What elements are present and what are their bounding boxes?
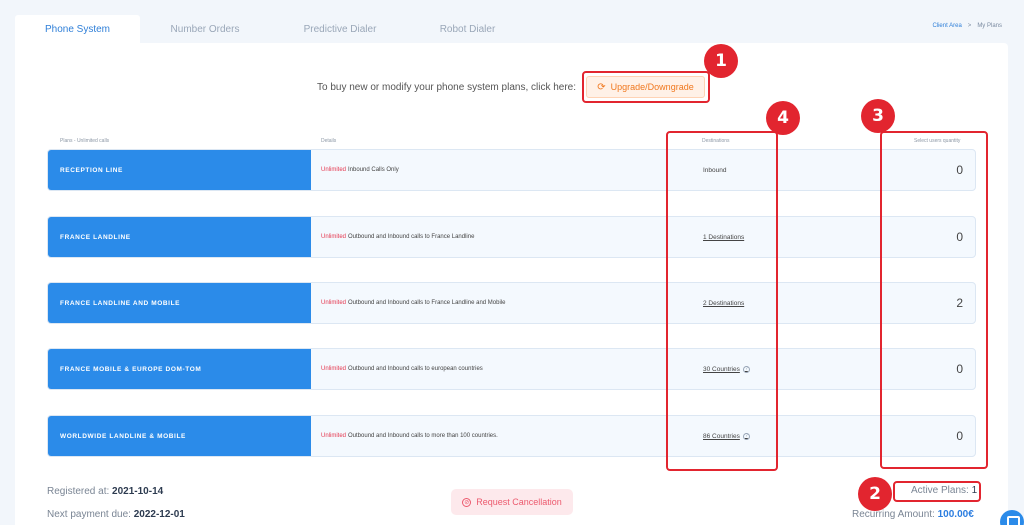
unlimited-label: Unlimited — [321, 234, 347, 240]
unlimited-label: Unlimited — [321, 167, 347, 173]
promo-text: To buy new or modify your phone system p… — [317, 82, 577, 93]
next-payment-label: Next payment due: — [47, 509, 131, 520]
header-details: Details — [321, 138, 337, 144]
breadcrumb: Client Area > My Plans — [932, 23, 1002, 29]
active-plans-value: 1 — [971, 485, 978, 496]
breadcrumb-current: My Plans — [977, 23, 1002, 29]
plan-name: WORLDWIDE LANDLINE & MOBILE — [48, 416, 311, 456]
registered-value: 2021-10-14 — [112, 486, 164, 497]
plan-name: FRANCE MOBILE & EUROPE DOM-TOM — [48, 349, 311, 389]
plan-name: FRANCE LANDLINE — [48, 217, 311, 257]
plan-detail-text: Outbound and Inbound calls to more than … — [348, 433, 498, 439]
plan-row: WORLDWIDE LANDLINE & MOBILE Unlimited Out… — [47, 415, 976, 457]
header-plans: Plans - Unlimited calls — [60, 138, 110, 144]
tab-phone-system[interactable]: Phone System — [15, 15, 140, 43]
annotation-badge-4: 4 — [766, 101, 800, 135]
plan-detail-text: Outbound and Inbound calls to european c… — [348, 366, 483, 372]
recurring-value: 100.00€ — [937, 509, 974, 520]
next-payment-value: 2022-12-01 — [133, 509, 185, 520]
breadcrumb-client-area[interactable]: Client Area — [932, 23, 961, 29]
plan-detail: Unlimited Inbound Calls Only — [321, 150, 399, 190]
unlimited-label: Unlimited — [321, 433, 347, 439]
unlimited-label: Unlimited — [321, 366, 347, 372]
plan-detail: Unlimited Outbound and Inbound calls to F… — [321, 283, 505, 323]
annotation-box-destinations — [666, 131, 778, 471]
breadcrumb-separator: > — [967, 23, 972, 29]
plan-detail: Unlimited Outbound and Inbound calls to F… — [321, 217, 474, 257]
annotation-badge-2: 2 — [858, 477, 892, 511]
next-payment: Next payment due: 2022-12-01 — [47, 509, 185, 520]
plan-row: FRANCE LANDLINE AND MOBILE Unlimited Outb… — [47, 282, 976, 324]
plan-detail-text: Inbound Calls Only — [348, 167, 399, 173]
plan-detail: Unlimited Outbound and Inbound calls to m… — [321, 416, 498, 456]
active-plans-label: Active Plans: — [911, 485, 969, 496]
plan-name: RECEPTION LINE — [48, 150, 311, 190]
cancel-icon: ⊘ — [462, 497, 472, 507]
registered-at: Registered at: 2021-10-14 — [47, 486, 163, 497]
chat-icon[interactable] — [1000, 510, 1024, 525]
registered-label: Registered at: — [47, 486, 110, 497]
plan-detail-text: Outbound and Inbound calls to France Lan… — [348, 300, 506, 306]
recurring-label: Recurring Amount: — [852, 509, 935, 520]
plan-row: RECEPTION LINE Unlimited Inbound Calls On… — [47, 149, 976, 191]
plan-name: FRANCE LANDLINE AND MOBILE — [48, 283, 311, 323]
plan-row: FRANCE MOBILE & EUROPE DOM-TOM Unlimited… — [47, 348, 976, 390]
annotation-badge-3: 3 — [861, 99, 895, 133]
plan-detail-text: Outbound and Inbound calls to France Lan… — [348, 234, 475, 240]
plan-row: FRANCE LANDLINE Unlimited Outbound and In… — [47, 216, 976, 258]
cancel-button-label: Request Cancellation — [476, 497, 562, 507]
tab-number-orders[interactable]: Number Orders — [140, 15, 270, 43]
active-plans: Active Plans: 1 — [911, 485, 977, 496]
annotation-badge-1: 1 — [704, 44, 738, 78]
annotation-box-quantity — [880, 131, 988, 469]
plan-detail: Unlimited Outbound and Inbound calls to e… — [321, 349, 483, 389]
tab-predictive-dialer[interactable]: Predictive Dialer — [270, 15, 410, 43]
recurring-amount: Recurring Amount: 100.00€ — [852, 509, 974, 520]
tab-bar: Phone System Number Orders Predictive Di… — [15, 15, 525, 43]
request-cancellation-button[interactable]: ⊘ Request Cancellation — [451, 489, 573, 515]
unlimited-label: Unlimited — [321, 300, 347, 306]
annotation-box-upgrade — [582, 71, 710, 103]
tab-robot-dialer[interactable]: Robot Dialer — [410, 15, 525, 43]
